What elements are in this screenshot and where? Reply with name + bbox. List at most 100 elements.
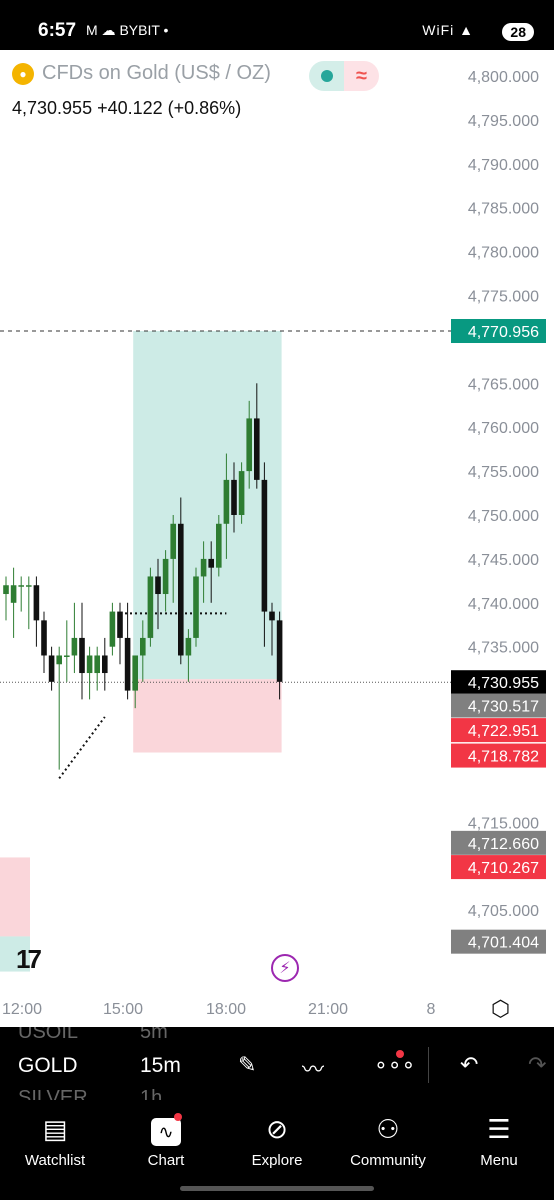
candle-body [56,655,62,665]
nav-explore[interactable]: ⊘ Explore [222,1112,332,1169]
chart-badge [174,1113,182,1121]
undo-icon[interactable]: ↶ [460,1052,478,1078]
symbol-header[interactable]: ● CFDs on Gold (US$ / OZ) [12,62,271,85]
interval-option-below[interactable]: 1h [140,1087,162,1100]
candle-body [109,611,116,647]
y-tick-label: 4,780.000 [468,245,539,262]
y-tick-label: 4,760.000 [468,420,539,437]
more-icon[interactable]: ∘∘∘ [374,1052,415,1078]
candle-body [269,611,275,621]
nav-label: Menu [480,1152,518,1169]
y-tick-label: 4,735.000 [468,640,539,657]
interval-option-above[interactable]: 5m [140,1027,168,1044]
y-tick-label: 4,755.000 [468,464,539,481]
candle-body [41,620,47,656]
candle-body [33,585,40,621]
y-tick-label: 4,765.000 [468,376,539,393]
candle-body [132,655,138,691]
y-tick-label: 4,790.000 [468,157,539,174]
y-tick-label: 4,750.000 [468,508,539,525]
compass-icon: ⊘ [266,1114,288,1144]
candle-body [276,620,283,682]
redo-icon[interactable]: ↷ [528,1052,546,1078]
candle-body [79,637,85,674]
y-tick-label: 4,705.000 [468,903,539,920]
candle-body [71,637,78,656]
interval-selector[interactable]: 15m [140,1054,181,1078]
candle-body [3,585,9,595]
chart-area[interactable]: 4,800.000 4,795.000 4,790.000 4,785.000 4,78… [0,50,554,1027]
candle-body [216,523,222,568]
pencil-icon[interactable]: ✎ [238,1052,256,1078]
symbol-option-below[interactable]: SILVER [18,1087,88,1100]
price-label-text: 4,730.955 [468,675,539,692]
candle-body [94,655,100,674]
candle-body [102,655,108,674]
more-badge [396,1050,404,1058]
toolbar-divider [428,1047,429,1083]
delay-indicator: ≈ [344,61,379,91]
profit-zone [133,331,282,680]
status-time: 6:57 [38,20,77,41]
bottom-nav: ▤ Watchlist ∿ Chart ⊘ Explore ⚇ Communit… [0,1100,554,1200]
indicators-icon[interactable]: 〰 [302,1052,324,1084]
x-tick-label: 18:00 [206,1001,246,1018]
candle-body [208,558,214,568]
candle-body [10,585,17,603]
candle-body [48,655,55,682]
bolt-icon[interactable]: ⚡ [271,954,299,982]
price-chart[interactable]: 4,800.000 4,795.000 4,790.000 4,785.000 4,78… [0,50,554,1027]
settings-icon[interactable]: ⬡ [491,996,510,1022]
symbol-name: CFDs on Gold (US$ / OZ) [42,62,271,84]
candle-body [238,471,245,515]
nav-label: Explore [251,1152,303,1169]
price-label-text: 4,770.956 [468,324,539,341]
notification-icons: M ☁ BYBIT • [86,22,169,38]
nav-community[interactable]: ⚇ Community [333,1112,443,1169]
candle-body [18,585,24,587]
price-label-text: 4,701.404 [468,935,539,952]
candle-body [155,576,161,595]
candle-body [147,576,154,638]
candle-body [185,637,192,656]
y-tick-label: 4,775.000 [468,289,539,306]
nav-label: Community [350,1152,426,1169]
candle-body [162,558,169,595]
candle-body [261,479,268,612]
chart-icon: ∿ [111,1112,221,1146]
nav-watchlist[interactable]: ▤ Watchlist [0,1112,110,1169]
y-tick-label: 4,795.000 [468,113,539,130]
candle-body [117,611,123,638]
candle-body [254,418,260,480]
tradingview-logo: 17 [16,944,42,974]
candle-body [223,479,230,524]
x-tick-label: 21:00 [308,1001,348,1018]
candle-body [246,418,252,472]
price-label-text: 4,710.267 [468,860,539,877]
gold-icon: ● [12,62,34,85]
nav-menu[interactable]: ☰ Menu [444,1112,554,1169]
price-label-text: 4,722.951 [468,723,539,740]
status-bar: 6:57 M ☁ BYBIT • WiFi ▲ 28 [0,0,554,50]
candle-body [193,576,199,638]
price-label-text: 4,712.660 [468,836,539,853]
symbol-option-above[interactable]: USOIL [18,1027,78,1044]
nav-label: Watchlist [24,1152,86,1169]
trend-line [58,716,106,779]
x-tick-label: 15:00 [103,1001,143,1018]
nav-chart[interactable]: ∿ Chart [111,1112,221,1169]
loss-zone-left [0,857,30,937]
home-indicator [180,1186,374,1191]
y-tick-label: 4,715.000 [468,815,539,832]
community-icon: ⚇ [376,1114,400,1144]
signal-icon: WiFi ▲ [422,22,474,38]
symbol-selector[interactable]: GOLD [18,1054,78,1078]
price-quote: 4,730.955 +40.122 (+0.86%) [12,98,242,118]
candle-body [140,637,146,656]
market-status-pill[interactable]: ≈ [309,61,379,91]
candle-body [124,637,131,691]
battery-level: 28 [502,23,534,41]
price-label-text: 4,718.782 [468,749,539,766]
y-tick-label: 4,745.000 [468,552,539,569]
x-tick-label: 12:00 [2,1001,42,1018]
